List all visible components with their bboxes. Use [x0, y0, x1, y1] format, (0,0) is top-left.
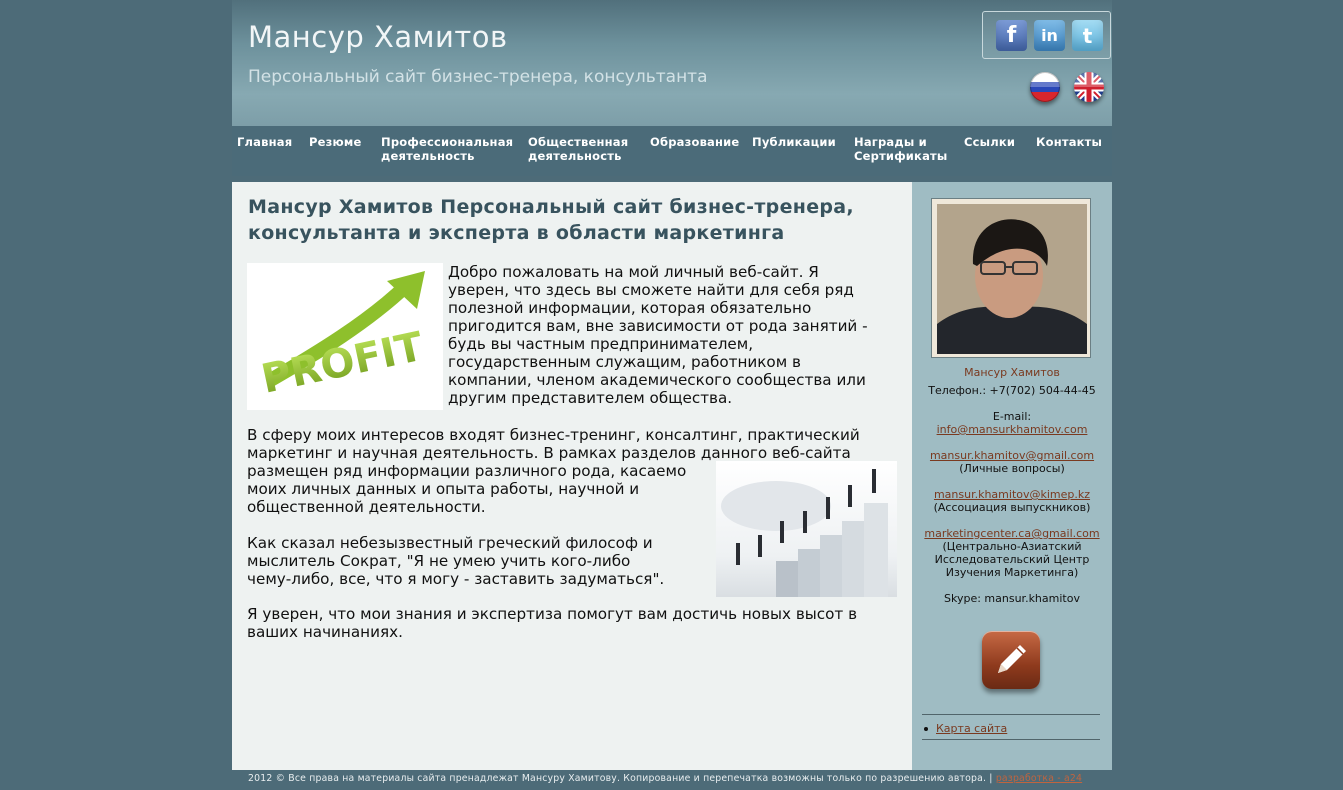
owner-name: Мансур Хамитов [912, 366, 1112, 379]
text-line: маркетинг и научная деятельность. В рамк… [247, 444, 851, 462]
sidebar: Мансур Хамитов Телефон.: +7(702) 504-44-… [912, 182, 1112, 770]
nav-label: Сертификаты [854, 149, 948, 163]
text-line: уверен, что здесь вы сможете найти для с… [448, 281, 854, 299]
avatar [931, 198, 1091, 358]
email-info-row: info@mansurkhamitov.com [912, 423, 1112, 436]
bullet-icon [924, 727, 928, 731]
nav-item-resume[interactable]: Резюме [309, 135, 362, 149]
nav-label: деятельность [381, 149, 475, 163]
main-nav: Главная Резюме Профессиональная деятельн… [232, 126, 1112, 176]
text-line: полезной информации, которая обязательно [448, 299, 812, 317]
closing-paragraph: Я уверен, что мои знания и экспертиза по… [247, 605, 857, 641]
russian-flag-icon[interactable] [1030, 72, 1060, 102]
email-center-row: marketingcenter.ca@gmail.com [912, 527, 1112, 540]
text-line: мыслитель Сократ, "Я не умею учить кого-… [247, 552, 631, 570]
social-links: f in t [982, 11, 1111, 59]
text-line: Как сказал небезызвестный греческий фило… [247, 534, 653, 552]
nav-label: Образование [650, 135, 740, 149]
page-title: Мансур Хамитов Персональный сайт бизнес-… [248, 194, 898, 246]
text-line: компании, членом академического сообщест… [448, 371, 866, 389]
header: Мансур Хамитов Персональный сайт бизнес-… [232, 0, 1112, 126]
nav-label: Профессиональная [381, 135, 514, 149]
email-personal-row: mansur.khamitov@gmail.com [912, 449, 1112, 462]
nav-item-publications[interactable]: Публикации [752, 135, 836, 149]
phone-number: Телефон.: +7(702) 504-44-45 [928, 384, 1096, 397]
site-container: Мансур Хамитов Персональный сайт бизнес-… [232, 0, 1112, 790]
email-note: (Центрально-Азиатский [942, 540, 1082, 553]
career-steps-image [716, 461, 897, 597]
footer-text: 2012 © Все права на материалы сайта прен… [248, 773, 1082, 784]
nav-label: Ссылки [964, 135, 1016, 149]
socrates-quote-paragraph: Как сказал небезызвестный греческий фило… [247, 534, 664, 588]
site-subtitle: Персональный сайт бизнес-тренера, консул… [248, 67, 708, 87]
sitemap-list-item: Карта сайта [924, 722, 1007, 735]
nav-item-contacts[interactable]: Контакты [1036, 135, 1102, 149]
nav-item-education[interactable]: Образование [650, 135, 739, 149]
nav-label: деятельность [528, 149, 622, 163]
email-label: E-mail: [992, 410, 1032, 423]
profit-image: PROFIT [247, 263, 443, 410]
email-kimep-row: mansur.khamitov@kimep.kz [912, 488, 1112, 501]
english-flag-icon[interactable] [1074, 72, 1104, 102]
email-link[interactable]: info@mansurkhamitov.com [937, 423, 1088, 436]
copyright-text: 2012 © Все права на материалы сайта прен… [248, 773, 996, 784]
divider [922, 739, 1100, 740]
email-link[interactable]: marketingcenter.ca@gmail.com [924, 527, 1099, 540]
nav-label: Общественная [528, 135, 629, 149]
email-link[interactable]: mansur.khamitov@kimep.kz [934, 488, 1090, 501]
site-title: Мансур Хамитов [248, 20, 508, 54]
facebook-glyph: f [1006, 23, 1017, 48]
divider [922, 714, 1100, 715]
linkedin-glyph: in [1041, 26, 1058, 45]
developer-link[interactable]: разработка - a24 [996, 773, 1082, 784]
email-note: Исследовательский Центр [934, 553, 1090, 566]
twitter-icon[interactable]: t [1072, 20, 1103, 51]
owner-name-text: Мансур Хамитов [964, 366, 1060, 379]
text-line: Я уверен, что мои знания и экспертиза по… [247, 605, 858, 623]
nav-label: Контакты [1036, 135, 1103, 149]
skype-contact: Skype: mansur.khamitov [944, 592, 1080, 605]
pencil-icon[interactable] [982, 631, 1040, 689]
nav-item-awards[interactable]: Награды и Сертификаты [854, 135, 948, 163]
text-line: пригодится вам, вне зависимости от рода … [448, 317, 868, 335]
email-note: (Ассоциация выпускников) [933, 501, 1091, 514]
text-line: государственным служащим, работником в [448, 353, 801, 371]
text-line: будь вы частным предпринимателем, [448, 335, 754, 353]
text-line: другим представителем общества. [448, 389, 733, 407]
page-title-line: Мансур Хамитов Персональный сайт бизнес-… [248, 196, 854, 218]
intro-paragraph: Добро пожаловать на мой личный веб-сайт.… [448, 263, 868, 407]
linkedin-icon[interactable]: in [1034, 20, 1065, 51]
text-line: чему-либо, все, что я могу - заставить з… [247, 570, 665, 588]
text-line: ваших начинаниях. [247, 623, 403, 641]
email-note: (Личные вопросы) [959, 462, 1065, 475]
page-title-line: консультанта и эксперта в области маркет… [248, 222, 785, 244]
nav-item-links[interactable]: Ссылки [964, 135, 1015, 149]
nav-item-professional[interactable]: Профессиональная деятельность [381, 135, 513, 163]
text-line: В сферу моих интересов входят бизнес-тре… [247, 426, 860, 444]
nav-item-home[interactable]: Главная [237, 135, 292, 149]
text-line: Добро пожаловать на мой личный веб-сайт.… [448, 263, 819, 281]
email-note: Изучения Маркетинга) [945, 566, 1079, 579]
email-link[interactable]: mansur.khamitov@gmail.com [930, 449, 1094, 462]
nav-label: Публикации [752, 135, 836, 149]
footer: 2012 © Все права на материалы сайта прен… [232, 770, 1112, 790]
nav-label: Главная [237, 135, 293, 149]
nav-label: Резюме [309, 135, 362, 149]
facebook-icon[interactable]: f [996, 20, 1027, 51]
sitemap-link[interactable]: Карта сайта [936, 722, 1007, 735]
main-content: Мансур Хамитов Персональный сайт бизнес-… [232, 182, 912, 770]
twitter-glyph: t [1082, 23, 1093, 48]
nav-label: Награды и [854, 135, 927, 149]
nav-item-public[interactable]: Общественная деятельность [528, 135, 628, 163]
